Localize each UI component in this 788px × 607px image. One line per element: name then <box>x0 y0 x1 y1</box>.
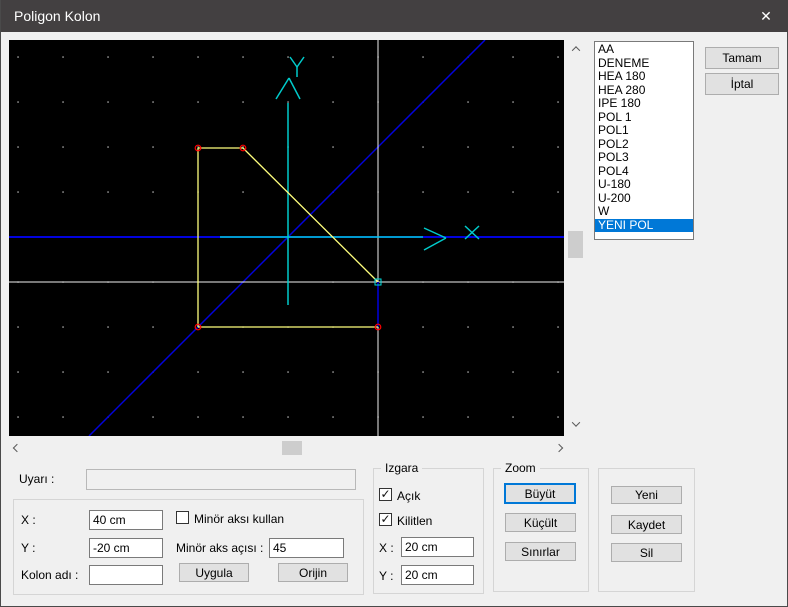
y-coordinate-input[interactable] <box>89 538 163 558</box>
profile-listbox[interactable]: AADENEMEHEA 180HEA 280IPE 180POL 1POL1PO… <box>594 41 694 240</box>
kaydet-button[interactable]: Kaydet <box>611 515 682 534</box>
titlebar: Poligon Kolon ✕ <box>1 0 788 32</box>
scroll-up-icon[interactable] <box>567 40 584 57</box>
grid-y-input[interactable] <box>401 565 474 585</box>
minor-axis-checkbox[interactable] <box>176 511 189 524</box>
horizontal-scroll-thumb[interactable] <box>282 441 302 455</box>
scroll-left-icon[interactable] <box>9 440 25 456</box>
uygula-button[interactable]: Uygula <box>179 563 249 582</box>
sil-button[interactable]: Sil <box>611 543 682 562</box>
cad-drawing <box>9 40 564 436</box>
zoom-group-title: Zoom <box>501 461 540 475</box>
list-item[interactable]: HEA 180 <box>595 70 693 84</box>
minor-angle-input[interactable] <box>269 538 344 558</box>
column-name-input[interactable] <box>89 565 163 585</box>
minor-angle-label: Minör aks açısı : <box>176 541 263 555</box>
grid-x-input[interactable] <box>401 537 474 557</box>
list-item[interactable]: POL3 <box>595 151 693 165</box>
grid-on-checkbox[interactable]: ✓ <box>379 488 392 501</box>
window-title: Poligon Kolon <box>14 0 100 32</box>
list-item[interactable]: HEA 280 <box>595 84 693 98</box>
list-item[interactable]: AA <box>595 43 693 57</box>
tamam-button[interactable]: Tamam <box>705 47 779 69</box>
poligon-kolon-dialog: Poligon Kolon ✕ AADENEMEHEA 180HEA 280IP… <box>0 0 788 607</box>
chevron-right-icon <box>555 444 563 452</box>
list-item[interactable]: U-200 <box>595 192 693 206</box>
warning-label: Uyarı : <box>19 472 54 486</box>
buyut-button[interactable]: Büyüt <box>504 483 576 504</box>
iptal-button[interactable]: İptal <box>705 73 779 95</box>
list-item[interactable]: YENI POL <box>595 219 693 233</box>
canvas-horizontal-scrollbar[interactable] <box>9 440 567 456</box>
x-coordinate-input[interactable] <box>89 510 163 530</box>
sinirlar-button[interactable]: Sınırlar <box>505 542 576 561</box>
orijin-button[interactable]: Orijin <box>278 563 348 582</box>
list-item[interactable]: DENEME <box>595 57 693 71</box>
x-label: X : <box>21 513 36 527</box>
close-icon[interactable]: ✕ <box>743 0 788 32</box>
grid-lock-checkbox-label: Kilitlen <box>397 514 432 528</box>
kucult-button[interactable]: Küçült <box>505 513 576 532</box>
grid-x-label: X : <box>379 541 394 555</box>
list-item[interactable]: POL2 <box>595 138 693 152</box>
warning-field <box>86 469 356 490</box>
list-item[interactable]: W <box>595 205 693 219</box>
list-item[interactable]: POL 1 <box>595 111 693 125</box>
column-name-label: Kolon adı : <box>21 568 78 582</box>
list-item[interactable]: POL1 <box>595 124 693 138</box>
chevron-up-icon <box>571 46 579 54</box>
list-item[interactable]: IPE 180 <box>595 97 693 111</box>
y-label: Y : <box>21 541 35 555</box>
chevron-left-icon <box>13 444 21 452</box>
grid-group-title: Izgara <box>381 461 422 475</box>
drawing-canvas[interactable] <box>9 40 564 436</box>
list-item[interactable]: POL4 <box>595 165 693 179</box>
grid-lock-checkbox[interactable]: ✓ <box>379 513 392 526</box>
yeni-button[interactable]: Yeni <box>611 486 682 504</box>
scroll-down-icon[interactable] <box>567 415 584 432</box>
vertical-scroll-thumb[interactable] <box>568 231 583 258</box>
canvas-vertical-scrollbar[interactable] <box>567 40 584 432</box>
grid-y-label: Y : <box>379 569 393 583</box>
list-item[interactable]: U-180 <box>595 178 693 192</box>
minor-axis-checkbox-label: Minör aksı kullan <box>194 512 284 526</box>
grid-on-checkbox-label: Açık <box>397 489 420 503</box>
chevron-down-icon <box>571 418 579 426</box>
scroll-right-icon[interactable] <box>551 440 567 456</box>
